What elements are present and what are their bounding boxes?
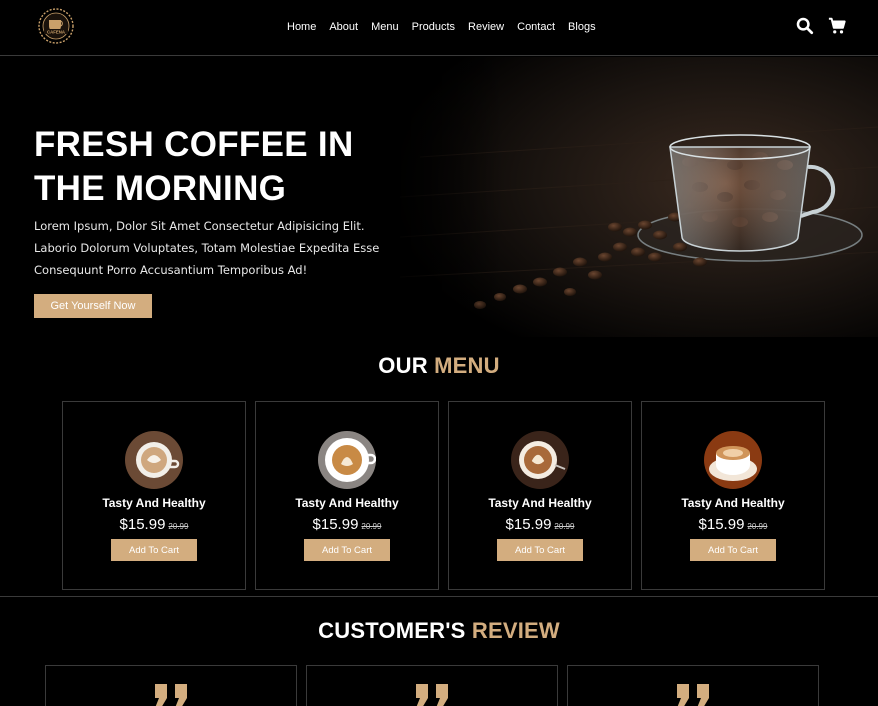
price-current: $15.99 xyxy=(698,516,745,533)
quote-icon xyxy=(416,684,448,706)
section-divider xyxy=(0,596,878,597)
site-header: CAFENA Home About Menu Products Review C… xyxy=(0,0,878,56)
nav-about[interactable]: About xyxy=(329,19,358,35)
nav-products[interactable]: Products xyxy=(412,19,455,35)
price-current: $15.99 xyxy=(312,516,359,533)
menu-item-name: Tasty And Healthy xyxy=(102,496,206,510)
menu-card: Tasty And Healthy $15.99 20.99 Add To Car… xyxy=(62,401,246,590)
nav-home[interactable]: Home xyxy=(287,19,316,35)
hero-title: FRESH COFFEE IN THE MORNING xyxy=(34,125,354,208)
menu-item-price: $15.99 20.99 xyxy=(642,516,824,533)
add-to-cart-button[interactable]: Add To Cart xyxy=(497,539,583,561)
menu-item-name: Tasty And Healthy xyxy=(681,496,785,510)
menu-item-price: $15.99 20.99 xyxy=(449,516,631,533)
review-title-accent: REVIEW xyxy=(471,618,560,643)
price-old: 20.99 xyxy=(747,522,768,531)
menu-card: Tasty And Healthy $15.99 20.99 Add To Car… xyxy=(448,401,632,590)
menu-item-name: Tasty And Healthy xyxy=(488,496,592,510)
price-old: 20.99 xyxy=(554,522,575,531)
price-old: 20.99 xyxy=(361,522,382,531)
logo-text: CAFENA xyxy=(47,29,65,34)
review-grid xyxy=(45,665,819,706)
hero-description: Lorem Ipsum, Dolor Sit Amet Consectetur … xyxy=(34,219,380,277)
header-icons xyxy=(796,17,846,35)
price-current: $15.99 xyxy=(505,516,552,533)
cappuccino-cup-image xyxy=(125,431,183,489)
menu-card: Tasty And Healthy $15.99 20.99 Add To Car… xyxy=(255,401,439,590)
review-card xyxy=(567,665,819,706)
latte-art-cup-image xyxy=(511,431,569,489)
menu-item-price: $15.99 20.99 xyxy=(63,516,245,533)
price-old: 20.99 xyxy=(168,522,189,531)
menu-item-name: Tasty And Healthy xyxy=(295,496,399,510)
search-icon[interactable] xyxy=(796,17,814,35)
menu-section-title: OUR MENU xyxy=(0,353,878,379)
menu-item-price: $15.99 20.99 xyxy=(256,516,438,533)
nav-review[interactable]: Review xyxy=(468,19,504,35)
espresso-cup-image xyxy=(704,431,762,489)
get-yourself-now-button[interactable]: Get Yourself Now xyxy=(34,294,152,318)
quote-icon xyxy=(677,684,709,706)
review-card xyxy=(45,665,297,706)
latte-cup-image xyxy=(318,431,376,489)
menu-grid: Tasty And Healthy $15.99 20.99 Add To Car… xyxy=(62,401,825,590)
review-title-main: CUSTOMER'S xyxy=(318,618,472,643)
add-to-cart-button[interactable]: Add To Cart xyxy=(304,539,390,561)
main-nav: Home About Menu Products Review Contact … xyxy=(287,19,596,35)
menu-title-main: OUR xyxy=(378,353,435,378)
add-to-cart-button[interactable]: Add To Cart xyxy=(690,539,776,561)
nav-blogs[interactable]: Blogs xyxy=(568,19,596,35)
review-section-title: CUSTOMER'S REVIEW xyxy=(0,618,878,644)
coffee-cup-logo-icon[interactable]: CAFENA xyxy=(32,6,80,46)
menu-card: Tasty And Healthy $15.99 20.99 Add To Car… xyxy=(641,401,825,590)
hero-section: FRESH COFFEE IN THE MORNING Lorem Ipsum,… xyxy=(0,57,878,337)
cart-icon[interactable] xyxy=(828,17,846,35)
menu-title-accent: MENU xyxy=(434,353,500,378)
coffee-beans-cup-image xyxy=(380,57,878,337)
price-current: $15.99 xyxy=(119,516,166,533)
nav-menu[interactable]: Menu xyxy=(371,19,399,35)
add-to-cart-button[interactable]: Add To Cart xyxy=(111,539,197,561)
review-card xyxy=(306,665,558,706)
nav-contact[interactable]: Contact xyxy=(517,19,555,35)
quote-icon xyxy=(155,684,187,706)
